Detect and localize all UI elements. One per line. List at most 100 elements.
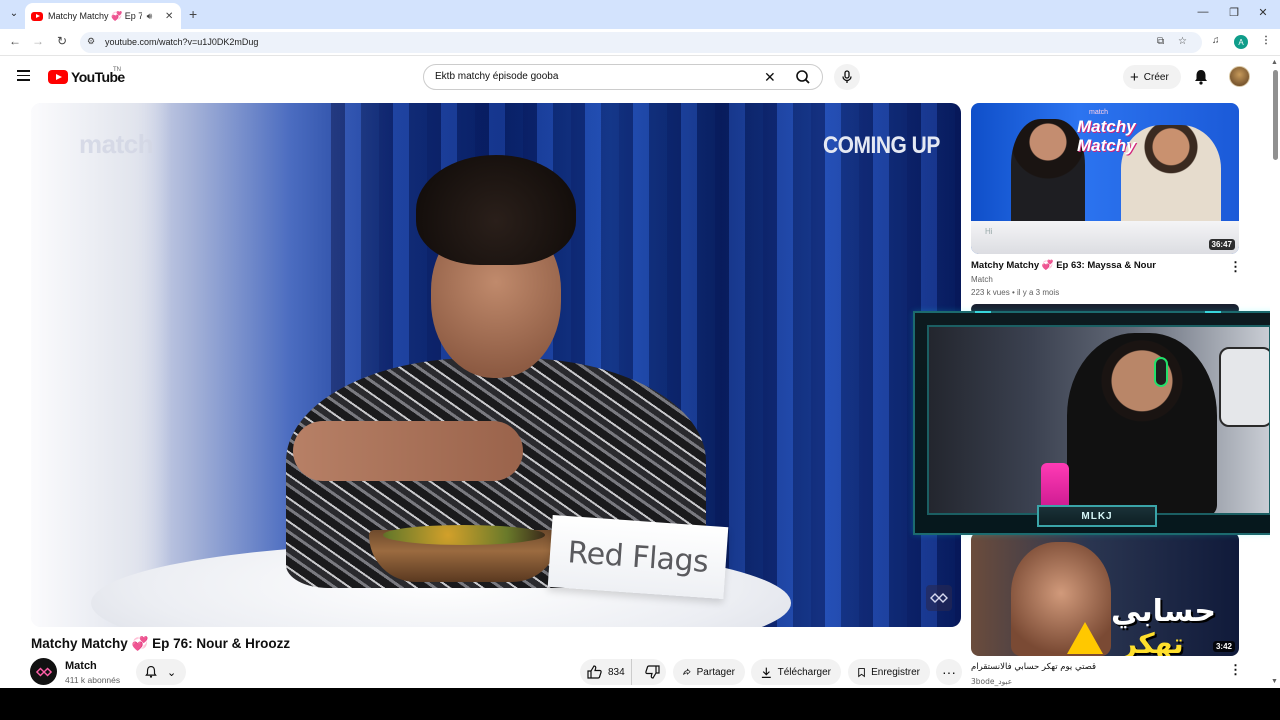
channel-avatar[interactable] bbox=[30, 658, 57, 685]
person-hands bbox=[293, 421, 523, 481]
recommendation-thumbnail[interactable]: حسابي تهكر 3:42 bbox=[971, 532, 1239, 656]
install-app-icon[interactable]: ⧉ bbox=[1157, 36, 1164, 47]
speaker-icon[interactable]: 🔊︎ bbox=[147, 11, 159, 22]
thumbnail-text: حسابي bbox=[1111, 594, 1217, 629]
bookmark-icon bbox=[858, 667, 865, 677]
headset bbox=[1154, 357, 1168, 387]
bell-icon bbox=[145, 665, 157, 678]
page-scrollbar[interactable]: ▲ ▼ bbox=[1270, 56, 1280, 688]
webcam-video bbox=[927, 325, 1271, 515]
frame-corner-ornament bbox=[975, 311, 991, 321]
browser-tab-bar: ⌄ Matchy Matchy 💞 Ep 76: N 🔊︎ ✕ + — ❐ ✕ bbox=[0, 0, 1280, 29]
download-label: Télécharger bbox=[777, 666, 831, 678]
streamer-name-plate: MLKJ bbox=[1037, 505, 1157, 527]
youtube-favicon-icon bbox=[31, 11, 43, 21]
address-bar[interactable]: ⚙ youtube.com/watch?v=u1J0DK2mDug ⧉ ☆ bbox=[80, 32, 1202, 53]
search-input[interactable]: Ektb matchy épisode gooba bbox=[435, 71, 558, 82]
streamer-name: MLKJ bbox=[1081, 510, 1113, 522]
dislike-button[interactable] bbox=[638, 665, 666, 679]
scroll-thumb[interactable] bbox=[1273, 70, 1278, 160]
upload-age: il y a 3 mois bbox=[1016, 288, 1060, 297]
warning-icon bbox=[1067, 622, 1103, 654]
share-arrow-icon bbox=[683, 668, 691, 675]
duration-badge: 36:47 bbox=[1208, 239, 1235, 250]
clear-search-icon[interactable]: ✕ bbox=[764, 69, 776, 86]
red-flags-text: Red Flags bbox=[566, 534, 710, 580]
microphone-icon bbox=[842, 70, 852, 83]
bowl-food bbox=[383, 525, 545, 545]
forward-arrow-icon[interactable]: → bbox=[30, 34, 46, 48]
subscription-notifications-button[interactable]: ⌄ bbox=[136, 659, 186, 685]
download-button[interactable]: Télécharger bbox=[751, 659, 841, 685]
tab-close-icon[interactable]: ✕ bbox=[163, 11, 175, 22]
notifications-bell-icon[interactable] bbox=[1192, 68, 1210, 86]
like-button[interactable]: 834 bbox=[580, 659, 633, 685]
thumbnail-title: Matchy Matchy bbox=[1077, 117, 1136, 155]
window-close-icon[interactable]: ✕ bbox=[1256, 6, 1270, 19]
browser-menu-icon[interactable]: ⋮ bbox=[1261, 35, 1271, 46]
search-icon[interactable] bbox=[792, 68, 814, 86]
thumbnail-table bbox=[971, 221, 1239, 254]
browser-profile-avatar[interactable]: A bbox=[1234, 35, 1248, 49]
recommendation-menu-icon[interactable]: ⋮ bbox=[1229, 259, 1242, 275]
recommendation-title[interactable]: قصتي يوم تهكر حسابي فالانستقرام bbox=[971, 662, 1096, 672]
gamepad-wall-art bbox=[1219, 347, 1269, 427]
site-info-icon[interactable]: ⚙ bbox=[87, 36, 95, 47]
share-button[interactable]: Partager bbox=[673, 659, 745, 685]
duration-badge: 3:42 bbox=[1212, 641, 1235, 652]
recommendation-menu-icon[interactable]: ⋮ bbox=[1229, 662, 1242, 678]
coming-up-overlay: COMING UP bbox=[823, 132, 940, 159]
new-tab-plus-icon[interactable]: + bbox=[189, 6, 197, 22]
save-label: Enregistrer bbox=[871, 666, 920, 678]
frame-corner-ornament bbox=[1205, 311, 1221, 321]
screen: ⌄ Matchy Matchy 💞 Ep 76: N 🔊︎ ✕ + — ❐ ✕ … bbox=[0, 0, 1280, 720]
channel-name[interactable]: Match bbox=[65, 660, 97, 672]
recommendation-title[interactable]: Matchy Matchy 💞 Ep 63: Mayssa & Nour bbox=[971, 260, 1156, 271]
plus-icon: + bbox=[1130, 68, 1139, 86]
video-title: Matchy Matchy 💞 Ep 76: Nour & Hroozz bbox=[31, 636, 291, 651]
thumbs-down-icon bbox=[644, 665, 660, 679]
youtube-header: YouTube TN Ektb matchy épisode gooba ✕ +… bbox=[0, 56, 1270, 98]
more-actions-button[interactable]: ··· bbox=[936, 659, 962, 685]
save-button[interactable]: Enregistrer bbox=[848, 659, 930, 685]
account-avatar[interactable] bbox=[1229, 66, 1250, 87]
bookmark-star-icon[interactable]: ☆ bbox=[1178, 36, 1187, 47]
reload-icon[interactable]: ↻ bbox=[54, 34, 70, 48]
youtube-play-logo-icon bbox=[48, 70, 68, 84]
video-player[interactable]: match COMING UP Red Flags bbox=[31, 103, 961, 627]
media-controls-icon[interactable]: ♫ bbox=[1212, 35, 1220, 46]
create-button[interactable]: + Créer bbox=[1123, 65, 1181, 89]
subscriber-count: 411 k abonnés bbox=[65, 675, 121, 685]
search-box[interactable]: Ektb matchy épisode gooba ✕ bbox=[423, 64, 823, 90]
recommendation-thumbnail[interactable]: match Matchy Matchy Hi 36:47 bbox=[971, 103, 1239, 254]
thumbnail-brand: match bbox=[1089, 109, 1109, 116]
share-label: Partager bbox=[696, 666, 735, 678]
red-flags-card: Red Flags bbox=[547, 514, 729, 600]
tab-search-chevron-icon[interactable]: ⌄ bbox=[6, 5, 22, 21]
wall-background bbox=[31, 103, 171, 627]
bottom-letterbox bbox=[0, 688, 1280, 720]
thumbnail-person bbox=[1011, 119, 1085, 234]
thumbs-up-icon bbox=[587, 665, 602, 679]
restore-icon[interactable]: ❐ bbox=[1227, 6, 1241, 19]
back-arrow-icon[interactable]: ← bbox=[7, 34, 23, 48]
chevron-down-icon: ⌄ bbox=[167, 666, 177, 679]
scroll-up-icon[interactable]: ▲ bbox=[1271, 59, 1278, 66]
like-count: 834 bbox=[608, 666, 625, 678]
browser-toolbar: ← → ↻ ⚙ youtube.com/watch?v=u1J0DK2mDug … bbox=[0, 29, 1280, 56]
country-code: TN bbox=[113, 67, 121, 73]
match-logo-icon bbox=[35, 666, 52, 677]
scroll-down-icon[interactable]: ▼ bbox=[1271, 678, 1278, 685]
browser-tab-active[interactable]: Matchy Matchy 💞 Ep 76: N 🔊︎ ✕ bbox=[25, 3, 181, 29]
create-label: Créer bbox=[1143, 71, 1169, 83]
recommendation-channel[interactable]: Match bbox=[971, 275, 993, 284]
thumbnail-text: تهكر bbox=[1121, 627, 1184, 656]
webcam-overlay: MLKJ bbox=[913, 311, 1280, 535]
match-watermark: match bbox=[79, 129, 154, 159]
recommendation-channel[interactable]: 3bode_عبود bbox=[971, 677, 1012, 686]
voice-search-button[interactable] bbox=[834, 64, 860, 90]
hamburger-menu-icon[interactable] bbox=[17, 70, 30, 81]
minimize-icon[interactable]: — bbox=[1196, 6, 1210, 18]
address-url[interactable]: youtube.com/watch?v=u1J0DK2mDug bbox=[105, 37, 258, 47]
channel-watermark-icon[interactable] bbox=[926, 585, 952, 611]
